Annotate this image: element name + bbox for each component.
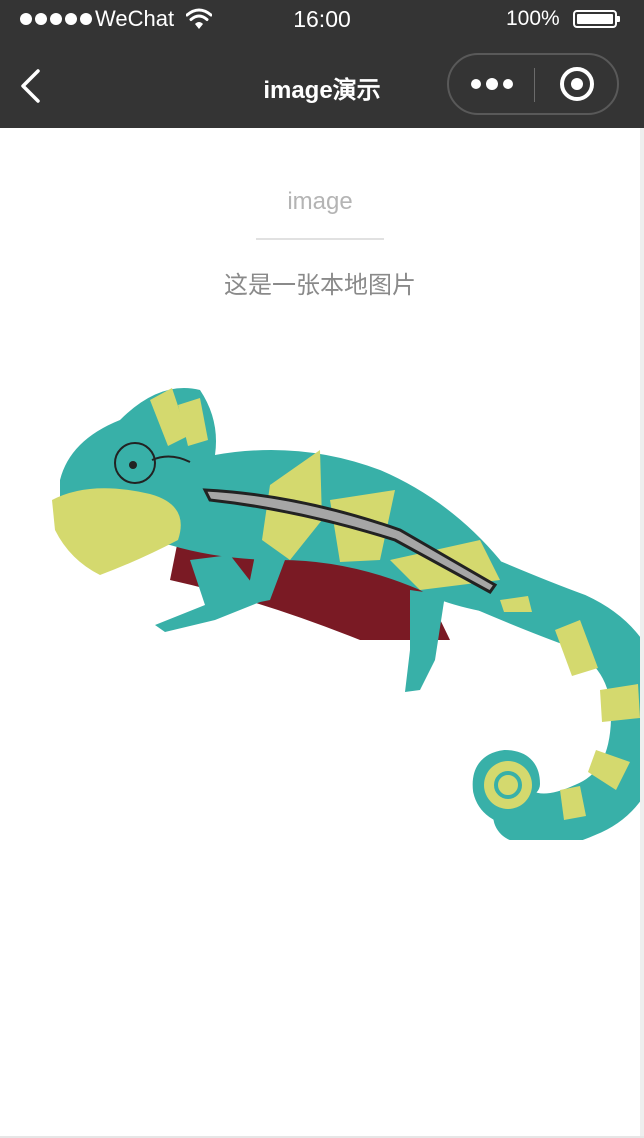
title-divider	[256, 238, 384, 240]
section-title: image	[287, 188, 353, 215]
status-bar: WeChat 16:00 100%	[0, 0, 644, 40]
target-circle-icon	[559, 67, 594, 101]
battery-percent: 100%	[506, 7, 560, 30]
more-dots-icon	[470, 79, 481, 89]
nav-bar: WeChat 16:00 100% image演示	[0, 0, 644, 128]
battery-icon	[573, 10, 620, 28]
more-button[interactable]	[449, 55, 534, 113]
scrollbar-track	[640, 128, 644, 1138]
capsule-menu	[447, 53, 619, 115]
chameleon-image	[52, 388, 640, 840]
section-description: 这是一张本地图片	[224, 272, 416, 299]
capsule-divider	[534, 68, 535, 102]
close-button[interactable]	[536, 55, 617, 113]
